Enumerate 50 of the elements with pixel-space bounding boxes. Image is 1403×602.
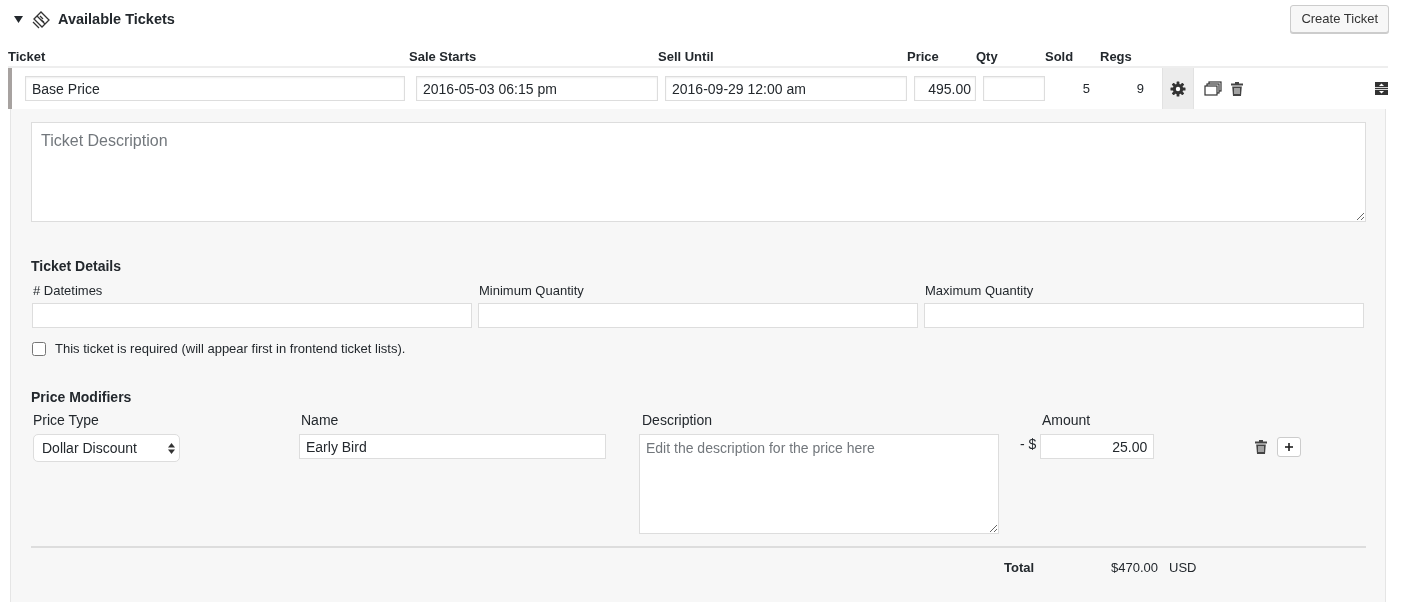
plus-icon	[1285, 443, 1293, 451]
amount-field[interactable]: 25.00	[1040, 434, 1155, 459]
amount-sign: - $	[1020, 435, 1037, 452]
modifier-description-field[interactable]: Edit the description for the price here	[639, 434, 999, 534]
add-modifier-button[interactable]	[1277, 437, 1301, 457]
split-box-icon[interactable]	[1375, 82, 1388, 95]
column-label: Price Type	[33, 412, 100, 428]
field-label: # Datetimes	[32, 283, 104, 298]
input-field[interactable]	[478, 303, 918, 328]
section-heading: Price Modifiers	[31, 389, 133, 405]
field-label: Minimum Quantity	[478, 283, 585, 298]
duplicate-icon[interactable]	[1204, 81, 1222, 96]
column-header: Sale Starts	[409, 49, 477, 64]
sale-starts-field[interactable]: 2016-05-03 06:15 pm	[416, 76, 658, 101]
required-checkbox[interactable]	[32, 341, 46, 356]
tickets-icon	[32, 9, 51, 29]
column-header: Ticket	[8, 49, 46, 64]
column-label: Description	[641, 412, 714, 428]
column-label: Name	[300, 412, 340, 428]
sell-until-field[interactable]: 2016-09-29 12:00 am	[665, 76, 907, 101]
ticket-name-field[interactable]: Base Price	[25, 76, 405, 101]
field-label: Maximum Quantity	[924, 283, 1035, 298]
column-header: Regs	[1100, 49, 1132, 64]
modifier-name-field[interactable]: Early Bird	[299, 434, 606, 459]
column-header: Sell Until	[658, 49, 714, 64]
quantity-field[interactable]	[983, 76, 1045, 101]
total-amount: $470.00	[1111, 560, 1159, 575]
create-ticket-button[interactable]: Create Ticket	[1290, 4, 1389, 33]
registrations-count: 9	[1136, 81, 1144, 96]
input-field[interactable]	[924, 303, 1364, 328]
price-field[interactable]: 495.00	[914, 76, 976, 101]
column-header: Price	[907, 49, 939, 64]
trash-icon[interactable]	[1231, 81, 1243, 96]
input-field[interactable]	[32, 303, 472, 328]
price-type-select[interactable]: Dollar Discount	[33, 434, 180, 462]
column-header: Qty	[976, 49, 998, 64]
currency-label: USD	[1169, 560, 1198, 575]
ticket-description-field[interactable]: Ticket Description	[31, 122, 1366, 222]
total-label: Total	[1004, 560, 1035, 575]
gear-icon	[1170, 80, 1186, 97]
up-down-arrows-icon	[168, 442, 175, 454]
checkbox-label: This ticket is required (will appear first in frontend ticket lists).	[55, 341, 406, 356]
column-header: Sold	[1045, 49, 1074, 64]
settings-button[interactable]	[1162, 68, 1194, 109]
section-heading: Ticket Details	[31, 258, 122, 274]
trash-icon[interactable]	[1255, 440, 1267, 454]
collapse-triangle-icon[interactable]	[14, 15, 23, 23]
sold-count: 5	[1082, 81, 1090, 96]
column-label: Amount	[1041, 412, 1092, 428]
section-title: Available Tickets	[58, 11, 175, 27]
